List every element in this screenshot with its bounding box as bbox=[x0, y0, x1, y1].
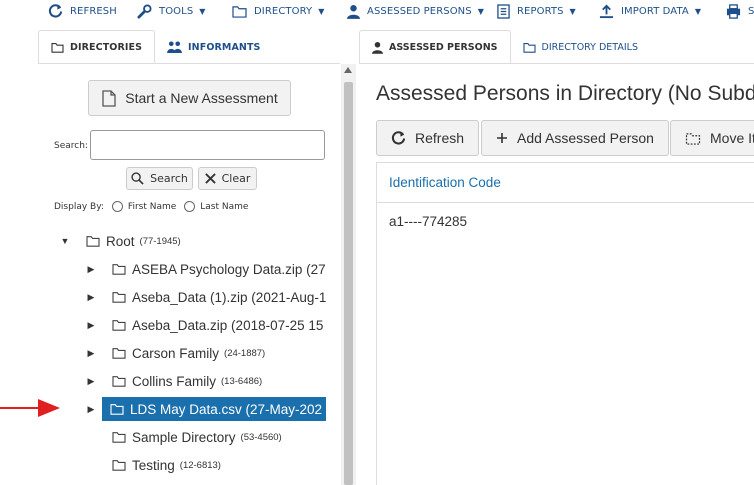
tree-row: ▶ Aseba_Data (1).zip (2021-Aug-1 bbox=[86, 285, 326, 309]
tree-row: ▶ Carson Family (24-1887) bbox=[86, 341, 269, 365]
left-panel-scrollbar[interactable] bbox=[341, 64, 356, 485]
tree-node[interactable]: Collins Family (13-6486) bbox=[108, 369, 266, 393]
print-icon bbox=[726, 3, 741, 19]
tree-node-label: Sample Directory bbox=[132, 429, 236, 445]
tab-directory-details[interactable]: Directory Details bbox=[511, 30, 650, 64]
tree-node-label: Root bbox=[106, 233, 135, 249]
toolbar-print[interactable]: S bbox=[726, 2, 754, 20]
tab-assessed-persons[interactable]: Assessed Persons bbox=[359, 30, 511, 64]
folder-icon bbox=[112, 292, 126, 303]
folder-icon bbox=[112, 320, 126, 331]
folder-icon bbox=[112, 460, 126, 471]
right-tab-divider bbox=[359, 63, 754, 64]
tree-node-count: (24-1887) bbox=[224, 347, 266, 359]
tree-row: Sample Directory (53-4560) bbox=[86, 425, 286, 449]
collapse-caret-icon[interactable]: ▼ bbox=[60, 236, 70, 246]
tree-root-row: ▼ Root (77-1945) bbox=[60, 229, 185, 253]
add-assessed-person-button[interactable]: Add Assessed Person bbox=[481, 120, 669, 156]
toolbar-print-label: S bbox=[748, 5, 754, 17]
tree-row: ▶ Aseba_Data.zip (2018-07-25 15 bbox=[86, 313, 326, 337]
refresh-button[interactable]: Refresh bbox=[376, 120, 480, 156]
column-header-label: Identification Code bbox=[389, 175, 501, 190]
move-items-button[interactable]: Move It bbox=[670, 120, 754, 156]
chevron-down-icon: ▼ bbox=[694, 6, 702, 16]
table-row[interactable]: a1----774285 bbox=[377, 203, 754, 239]
tree-node-count: (77-1945) bbox=[139, 235, 181, 247]
folder-icon bbox=[86, 236, 100, 247]
red-arrow-icon bbox=[0, 399, 60, 417]
folder-icon bbox=[110, 404, 124, 415]
chevron-down-icon: ▼ bbox=[477, 6, 484, 16]
tree-row-selected: ▶ LDS May Data.csv (27-May-202 bbox=[86, 397, 326, 421]
folder-icon bbox=[112, 264, 126, 275]
folder-icon bbox=[112, 376, 126, 387]
tree-node[interactable]: Sample Directory (53-4560) bbox=[108, 425, 286, 449]
tree-node-count: (53-4560) bbox=[240, 431, 282, 443]
upload-icon bbox=[599, 4, 614, 18]
expand-caret-icon[interactable]: ▶ bbox=[86, 320, 96, 330]
tree-node[interactable]: Aseba_Data.zip (2018-07-25 15 bbox=[108, 313, 326, 337]
scroll-thumb[interactable] bbox=[344, 82, 353, 485]
tree-node-count: (12-6813) bbox=[179, 459, 221, 471]
tree-node-label: ASEBA Psychology Data.zip (27- bbox=[132, 261, 326, 277]
folder-icon bbox=[522, 42, 536, 53]
refresh-icon bbox=[391, 130, 406, 145]
tree-row: ▶ ASEBA Psychology Data.zip (27- bbox=[86, 257, 326, 281]
expand-caret-icon[interactable]: ▶ bbox=[86, 292, 96, 302]
tree-node-root[interactable]: Root (77-1945) bbox=[82, 229, 185, 253]
expand-caret-icon[interactable]: ▶ bbox=[86, 348, 96, 358]
tree-node-label: Collins Family bbox=[132, 373, 217, 389]
folder-icon bbox=[112, 348, 126, 359]
plus-icon bbox=[497, 133, 507, 143]
tree-node-label: Testing bbox=[132, 457, 175, 473]
tab-directory-details-label: Directory Details bbox=[541, 41, 638, 53]
tree-node-label: Carson Family bbox=[132, 345, 220, 361]
move-folder-icon bbox=[685, 132, 701, 145]
tree-row: Testing (12-6813) bbox=[86, 453, 225, 477]
expand-caret-icon[interactable]: ▶ bbox=[86, 264, 96, 274]
column-header-identification-code[interactable]: Identification Code bbox=[377, 163, 754, 203]
tree-node-count: (13-6486) bbox=[221, 375, 263, 387]
person-icon bbox=[372, 41, 383, 54]
tree-node[interactable]: Aseba_Data (1).zip (2021-Aug-1 bbox=[108, 285, 326, 309]
toolbar-assessed-persons[interactable]: Assessed Persons ▼ bbox=[347, 2, 484, 20]
tree-node-label: LDS May Data.csv (27-May-202 bbox=[130, 401, 323, 417]
expand-caret-icon[interactable]: ▶ bbox=[86, 376, 96, 386]
tree-node[interactable]: Testing (12-6813) bbox=[108, 453, 225, 477]
right-tab-bar: Assessed Persons Directory Details bbox=[359, 30, 650, 64]
folder-icon bbox=[112, 432, 126, 443]
tree-node[interactable]: ASEBA Psychology Data.zip (27- bbox=[108, 257, 326, 281]
person-icon bbox=[347, 4, 360, 19]
identification-code-cell: a1----774285 bbox=[389, 213, 468, 229]
expand-caret-icon[interactable]: ▶ bbox=[86, 404, 96, 414]
toolbar-assessed-persons-label: Assessed Persons bbox=[367, 5, 472, 17]
tree-row: ▶ Collins Family (13-6486) bbox=[86, 369, 266, 393]
scroll-up-icon[interactable] bbox=[344, 67, 352, 73]
toolbar-import-data[interactable]: Import Data ▼ bbox=[599, 2, 701, 20]
refresh-button-label: Refresh bbox=[415, 130, 465, 146]
tree-node-label: Aseba_Data (1).zip (2021-Aug-1 bbox=[132, 289, 326, 305]
tab-assessed-persons-label: Assessed Persons bbox=[389, 41, 498, 53]
tree-node[interactable]: Carson Family (24-1887) bbox=[108, 341, 269, 365]
page-title: Assessed Persons in Directory (No Subdir bbox=[376, 82, 754, 105]
report-icon bbox=[497, 3, 510, 19]
tree-node-selected[interactable]: LDS May Data.csv (27-May-202 bbox=[102, 397, 326, 421]
chevron-down-icon: ▼ bbox=[569, 6, 576, 16]
assessed-persons-grid: Identification Code a1----774285 bbox=[376, 162, 754, 485]
add-assessed-person-label: Add Assessed Person bbox=[517, 130, 654, 146]
toolbar-reports-label: Reports bbox=[517, 5, 564, 17]
toolbar-reports[interactable]: Reports ▼ bbox=[497, 2, 576, 20]
tree-node-label: Aseba_Data.zip (2018-07-25 15 bbox=[132, 317, 324, 333]
toolbar-import-data-label: Import Data bbox=[621, 5, 689, 17]
move-items-label: Move It bbox=[710, 130, 754, 146]
